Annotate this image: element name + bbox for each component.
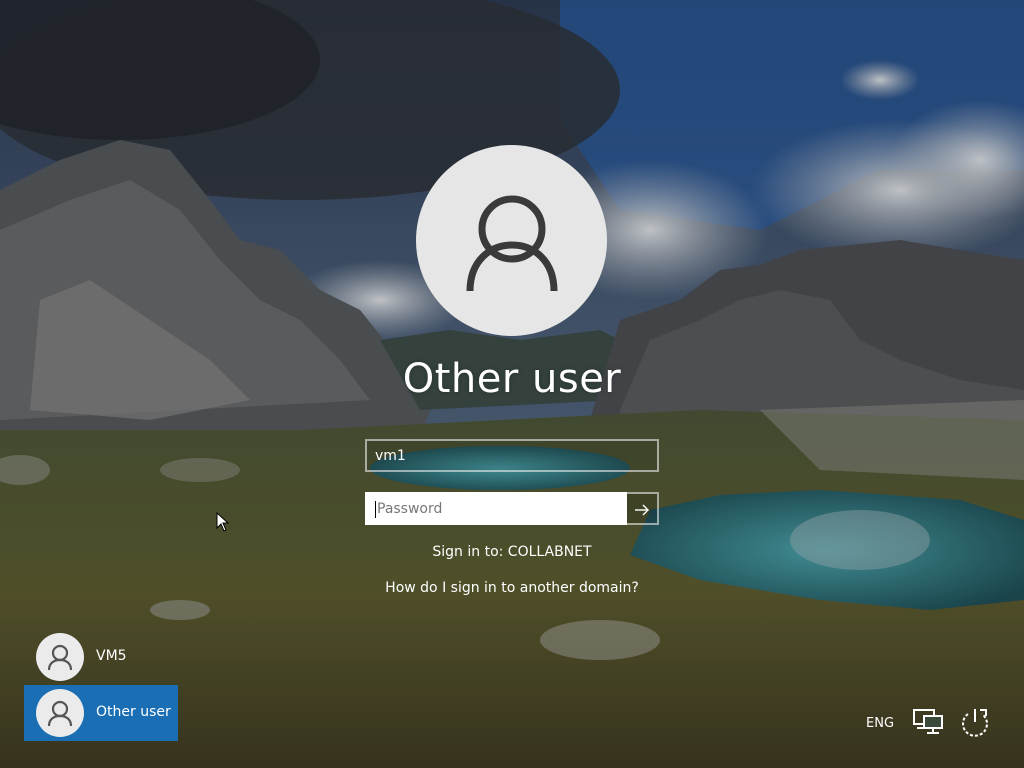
- user-name-title: Other user: [402, 356, 622, 402]
- user-tile-label: Other user: [96, 704, 171, 720]
- user-tile-vm5[interactable]: VM5: [24, 629, 178, 685]
- user-icon: [466, 195, 558, 292]
- password-field[interactable]: Password: [365, 492, 627, 525]
- arrow-right-icon: [635, 504, 649, 516]
- user-tile-label: VM5: [96, 648, 127, 664]
- user-icon: [47, 644, 73, 671]
- user-avatar: [416, 145, 607, 336]
- language-indicator[interactable]: ENG: [866, 716, 894, 731]
- power-icon[interactable]: [958, 706, 992, 740]
- username-field[interactable]: vm1: [365, 439, 659, 472]
- user-avatar-small: [36, 633, 84, 681]
- password-row: Password: [365, 492, 659, 525]
- network-icon[interactable]: [912, 708, 944, 736]
- user-icon: [47, 700, 73, 727]
- password-placeholder: Password: [377, 501, 443, 517]
- user-avatar-small: [36, 689, 84, 737]
- user-tile-other-user[interactable]: Other user: [24, 685, 178, 741]
- domain-help-link[interactable]: How do I sign in to another domain?: [312, 580, 712, 596]
- lock-screen: Other user vm1 Password Sign in to: COLL…: [0, 0, 1024, 768]
- sign-in-domain-text: Sign in to: COLLABNET: [432, 544, 592, 560]
- username-value: vm1: [375, 448, 406, 464]
- mouse-cursor-icon: [216, 512, 230, 532]
- text-caret: [375, 501, 376, 518]
- submit-button[interactable]: [627, 492, 659, 525]
